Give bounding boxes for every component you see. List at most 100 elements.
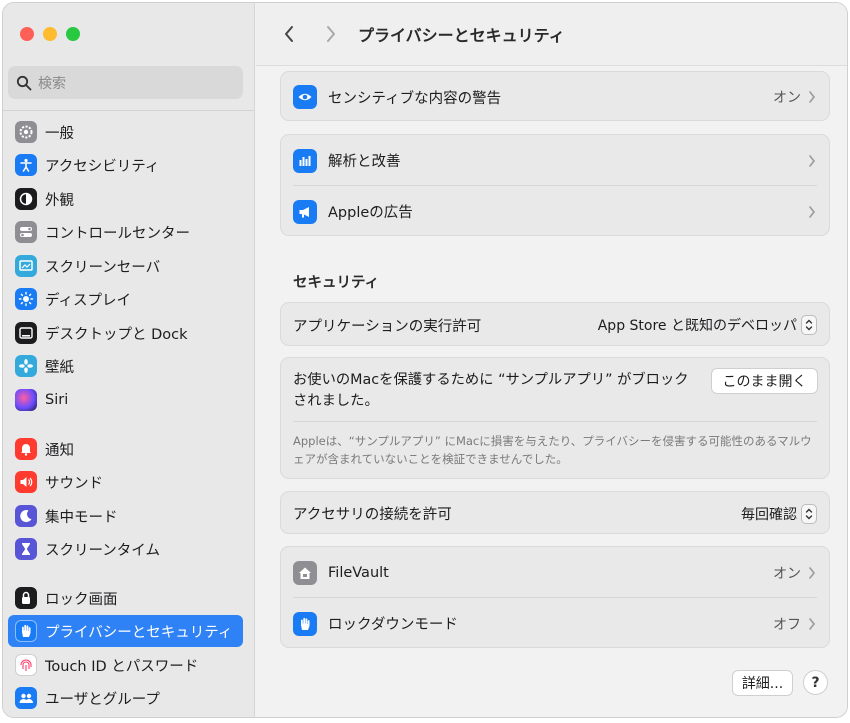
sidebar-item-label: ロック画面 (45, 591, 118, 608)
sidebar-item-notifications[interactable]: 通知 (8, 433, 243, 465)
accessory-select[interactable]: 毎回確認 (741, 503, 817, 524)
hourglass-icon (15, 538, 37, 560)
app-permission-value: App Store と既知のデベロッパ (597, 318, 797, 334)
sidebar-item-touch-id[interactable]: Touch ID とパスワード (8, 649, 243, 681)
sidebar-item-label: スクリーンセーバ (45, 259, 161, 276)
sidebar-item-sound[interactable]: サウンド (8, 466, 243, 498)
app-permission-select[interactable]: App Store と既知のデベロッパ (598, 315, 817, 335)
eye-warning-icon (293, 85, 317, 109)
analytics-label: 解析と改善 (328, 154, 401, 170)
sidebar-item-label: アクセシビリティ (45, 158, 160, 175)
zoom-window-button[interactable] (66, 27, 80, 41)
house-lock-icon (293, 560, 317, 585)
accessory-card: アクセサリの接続を許可 毎回確認 (280, 491, 830, 534)
sidebar-item-control-center[interactable]: コントロールセンター (8, 216, 243, 248)
sensitive-content-row[interactable]: センシティブな内容の警告 オン (281, 72, 829, 122)
lock-icon (15, 587, 37, 609)
sensitive-content-card: センシティブな内容の警告 オン (280, 71, 830, 121)
sensitive-content-label: センシティブな内容の警告 (328, 90, 502, 107)
chevron-right-icon (809, 91, 816, 103)
row-divider (293, 421, 817, 422)
filevault-row[interactable]: FileVault オン (281, 547, 829, 598)
lockdown-value: オフ (773, 616, 801, 633)
appearance-icon (15, 188, 37, 210)
analytics-row[interactable]: 解析と改善 (281, 135, 829, 186)
sidebar-item-general[interactable]: 一般 (8, 116, 243, 148)
sidebar-item-wallpaper[interactable]: 壁紙 (8, 350, 243, 382)
chevron-right-icon (809, 205, 816, 218)
accessory-row: アクセサリの接続を許可 毎回確認 (281, 492, 829, 535)
page-title: プライバシーとセキュリティ (358, 26, 565, 45)
sidebar-item-label: 一般 (45, 125, 74, 142)
sidebar-item-label: 通知 (45, 442, 74, 459)
gear-icon (15, 121, 37, 143)
search-placeholder: 検索 (38, 75, 66, 92)
analytics-ads-card: 解析と改善 Appleの広告 (280, 134, 830, 236)
settings-window: 検索 一般 アクセシビリティ 外観 コントロールセンター スクリーンセーバ ディ… (2, 2, 848, 718)
sidebar-item-focus[interactable]: 集中モード (8, 500, 243, 532)
megaphone-icon (293, 199, 317, 224)
screensaver-icon (15, 255, 37, 277)
search-icon (16, 75, 32, 90)
details-button[interactable]: 詳細... (732, 670, 793, 696)
sidebar-item-label: プライバシーとセキュリティ (45, 624, 233, 641)
search-input[interactable]: 検索 (8, 66, 243, 99)
siri-icon (15, 389, 37, 411)
chevron-right-icon (809, 617, 816, 630)
sidebar-item-display[interactable]: ディスプレイ (8, 283, 243, 315)
chevron-right-icon (327, 26, 335, 42)
minimize-window-button[interactable] (43, 27, 57, 41)
sidebar-item-siri[interactable]: Siri (8, 384, 243, 416)
blocked-app-card: お使いのMacを保護するために “サンプルアプリ” がブロックされました。 この… (280, 357, 830, 479)
apple-ads-row[interactable]: Appleの広告 (281, 186, 829, 237)
sidebar-divider (3, 110, 254, 111)
open-anyway-button[interactable]: このまま開く (711, 368, 818, 394)
wallpaper-icon (15, 355, 37, 377)
close-window-button[interactable] (20, 27, 34, 41)
accessory-label: アクセサリの接続を許可 (293, 507, 452, 523)
accessibility-icon (15, 154, 37, 176)
sidebar-item-screensaver[interactable]: スクリーンセーバ (8, 250, 243, 282)
sidebar-item-accessibility[interactable]: アクセシビリティ (8, 149, 243, 181)
moon-icon (15, 505, 37, 527)
app-permission-card: アプリケーションの実行許可 App Store と既知のデベロッパ (280, 302, 830, 346)
sidebar: 検索 一般 アクセシビリティ 外観 コントロールセンター スクリーンセーバ ディ… (3, 3, 255, 717)
sidebar-item-label: サウンド (45, 475, 103, 492)
sidebar-item-screen-time[interactable]: スクリーンタイム (8, 533, 243, 565)
users-icon (15, 687, 37, 709)
help-button[interactable]: ? (803, 670, 828, 695)
filevault-value: オン (773, 565, 801, 582)
sidebar-item-appearance[interactable]: 外観 (8, 183, 243, 215)
notification-icon (15, 438, 37, 460)
sidebar-item-users-groups[interactable]: ユーザとグループ (8, 682, 243, 714)
app-permission-row: アプリケーションの実行許可 App Store と既知のデベロッパ (281, 303, 829, 347)
sidebar-item-label: スクリーンタイム (45, 542, 160, 559)
toolbar: プライバシーとセキュリティ (256, 3, 847, 66)
lockdown-label: ロックダウンモード (328, 617, 458, 633)
lockdown-row[interactable]: ロックダウンモード オフ (281, 598, 829, 649)
sidebar-item-lock-screen[interactable]: ロック画面 (8, 582, 243, 614)
sidebar-item-label: コントロールセンター (45, 225, 190, 242)
updown-chevron-icon (801, 503, 817, 524)
chevron-left-icon (285, 26, 293, 42)
security-heading: セキュリティ (293, 275, 380, 291)
sidebar-item-desktop-dock[interactable]: デスクトップと Dock (8, 317, 243, 349)
dock-icon (15, 322, 37, 344)
app-permission-label: アプリケーションの実行許可 (293, 318, 482, 335)
main-pane: プライバシーとセキュリティ センシティブな内容の警告 オン 解析と改善 Appl… (256, 3, 847, 717)
sidebar-item-label: Touch ID とパスワード (45, 658, 199, 675)
apple-ads-label: Appleの広告 (328, 205, 413, 221)
window-controls (20, 27, 80, 41)
hand-icon (15, 620, 37, 642)
back-button[interactable] (276, 21, 302, 47)
forward-button[interactable] (318, 21, 344, 47)
fingerprint-icon (15, 654, 37, 676)
control-center-icon (15, 221, 37, 243)
sidebar-item-label: ユーザとグループ (45, 691, 160, 708)
sidebar-item-privacy-security[interactable]: プライバシーとセキュリティ (8, 615, 243, 647)
chevron-right-icon (809, 154, 816, 167)
sidebar-item-label: Siri (45, 392, 69, 408)
accessory-value: 毎回確認 (741, 506, 797, 523)
sidebar-item-label: デスクトップと Dock (45, 326, 188, 343)
updown-chevron-icon (801, 315, 817, 335)
